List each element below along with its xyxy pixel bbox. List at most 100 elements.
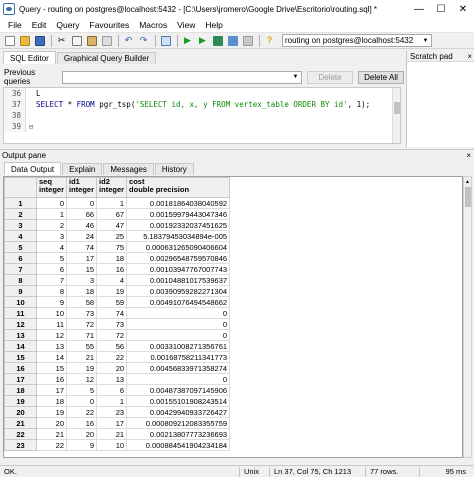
table-cell[interactable]: 0.000884541904234184 [126, 439, 231, 451]
table-cell[interactable]: 71 [66, 329, 98, 341]
cancel-query-icon[interactable] [241, 34, 254, 47]
table-row[interactable]: 4 3 24 25 5.18379453034894e-005 [4, 230, 231, 242]
row-number-cell[interactable]: 18 [4, 384, 37, 396]
tab-data-output[interactable]: Data Output [4, 162, 62, 175]
menu-query[interactable]: Query [51, 20, 84, 30]
table-cell[interactable]: 58 [66, 296, 98, 308]
table-row[interactable]: 1 0 0 1 0.00181864038040592 [4, 197, 231, 209]
explain-icon[interactable] [226, 34, 239, 47]
table-cell[interactable]: 20 [66, 428, 98, 440]
undo-icon[interactable]: ↶ [122, 34, 135, 47]
table-cell[interactable]: 14 [35, 351, 68, 363]
table-cell[interactable]: 16 [66, 417, 98, 429]
table-row[interactable]: 14 13 55 56 0.00331008271356761 [4, 340, 231, 352]
table-cell[interactable]: 19 [35, 406, 68, 418]
table-cell[interactable]: 17 [96, 417, 128, 429]
table-cell[interactable]: 1 [96, 197, 128, 209]
clear-icon[interactable] [100, 34, 113, 47]
table-cell[interactable]: 4 [96, 274, 128, 286]
row-number-cell[interactable]: 3 [4, 219, 37, 231]
table-row[interactable]: 12 11 72 73 0 [4, 318, 231, 330]
table-cell[interactable]: 0.00155101908243514 [126, 395, 231, 407]
table-row[interactable]: 3 2 46 47 0.00192332037451625 [4, 219, 231, 231]
execute-pgscript-icon[interactable]: ▶ [196, 34, 209, 47]
table-cell[interactable]: 0.00456833971358274 [126, 362, 231, 374]
table-cell[interactable]: 0.00491076494548662 [126, 296, 231, 308]
menu-view[interactable]: View [172, 20, 200, 30]
table-cell[interactable]: 1 [35, 208, 68, 220]
column-header-seq[interactable]: seq integer [35, 177, 68, 198]
table-cell[interactable]: 23 [96, 406, 128, 418]
row-number-cell[interactable]: 7 [4, 263, 37, 275]
table-cell[interactable]: 24 [66, 230, 98, 242]
table-cell[interactable]: 74 [66, 241, 98, 253]
table-cell[interactable]: 10 [96, 439, 128, 451]
table-cell[interactable]: 13 [96, 373, 128, 385]
tab-messages[interactable]: Messages [103, 163, 154, 175]
scroll-thumb[interactable] [394, 102, 400, 114]
table-cell[interactable]: 22 [66, 406, 98, 418]
menu-macros[interactable]: Macros [134, 20, 172, 30]
table-cell[interactable]: 0.00159979443047346 [126, 208, 231, 220]
table-cell[interactable]: 0.000631265090406604 [126, 241, 231, 253]
close-icon[interactable]: × [467, 52, 472, 61]
table-cell[interactable]: 0.00296548759570846 [126, 252, 231, 264]
cut-icon[interactable]: ✂ [55, 34, 68, 47]
data-output-grid[interactable]: seq integer id1 integer id2 integer cost dou… [3, 176, 463, 458]
table-cell[interactable]: 19 [66, 362, 98, 374]
row-number-cell[interactable]: 16 [4, 362, 37, 374]
table-cell[interactable]: 21 [96, 428, 128, 440]
table-cell[interactable]: 3 [66, 274, 98, 286]
row-number-cell[interactable]: 13 [4, 329, 37, 341]
table-cell[interactable]: 0.00390959282271304 [126, 285, 231, 297]
delete-all-button[interactable]: Delete All [358, 70, 404, 84]
table-row[interactable]: 13 12 71 72 0 [4, 329, 231, 341]
table-cell[interactable]: 1 [96, 395, 128, 407]
row-number-cell[interactable]: 6 [4, 252, 37, 264]
table-cell[interactable]: 0.00192332037451625 [126, 219, 231, 231]
table-corner[interactable] [4, 177, 37, 198]
execute-to-file-icon[interactable] [211, 34, 224, 47]
row-number-cell[interactable]: 2 [4, 208, 37, 220]
table-cell[interactable]: 47 [96, 219, 128, 231]
table-cell[interactable]: 0.00213807773236693 [126, 428, 231, 440]
table-cell[interactable]: 10 [35, 307, 68, 319]
table-cell[interactable]: 8 [35, 285, 68, 297]
table-row[interactable]: 17 16 12 13 0 [4, 373, 231, 385]
grid-vertical-scrollbar[interactable]: ▲ [463, 176, 472, 458]
scroll-thumb[interactable] [465, 187, 471, 207]
maximize-button[interactable]: ☐ [430, 0, 452, 18]
row-number-cell[interactable]: 4 [4, 230, 37, 242]
tab-graphical-query-builder[interactable]: Graphical Query Builder [56, 52, 157, 64]
table-cell[interactable]: 25 [96, 230, 128, 242]
menu-edit[interactable]: Edit [27, 20, 52, 30]
table-cell[interactable]: 73 [96, 318, 128, 330]
table-cell[interactable]: 21 [66, 351, 98, 363]
row-number-cell[interactable]: 11 [4, 307, 37, 319]
table-cell[interactable]: 9 [35, 296, 68, 308]
table-cell[interactable]: 20 [35, 417, 68, 429]
row-number-cell[interactable]: 14 [4, 340, 37, 352]
table-row[interactable]: 8 7 3 4 0.00104881017539637 [4, 274, 231, 286]
table-cell[interactable]: 5 [66, 384, 98, 396]
row-number-cell[interactable]: 5 [4, 241, 37, 253]
table-cell[interactable]: 0 [126, 373, 231, 385]
table-cell[interactable]: 17 [66, 252, 98, 264]
scratch-pad-textarea[interactable] [407, 62, 474, 146]
save-icon[interactable] [33, 34, 46, 47]
table-cell[interactable]: 20 [96, 362, 128, 374]
delete-button[interactable]: Delete [307, 70, 353, 84]
open-folder-icon[interactable] [18, 34, 31, 47]
table-cell[interactable]: 59 [96, 296, 128, 308]
menu-favourites[interactable]: Favourites [85, 20, 135, 30]
row-number-cell[interactable]: 12 [4, 318, 37, 330]
table-cell[interactable]: 6 [35, 263, 68, 275]
table-cell[interactable]: 0.000809212083355759 [126, 417, 231, 429]
tab-sql-editor[interactable]: SQL Editor [3, 51, 56, 64]
previous-queries-select[interactable]: ▼ [62, 70, 302, 84]
table-cell[interactable]: 12 [35, 329, 68, 341]
table-cell[interactable]: 0 [126, 307, 231, 319]
row-number-cell[interactable]: 23 [4, 439, 37, 451]
row-number-cell[interactable]: 15 [4, 351, 37, 363]
row-number-cell[interactable]: 10 [4, 296, 37, 308]
